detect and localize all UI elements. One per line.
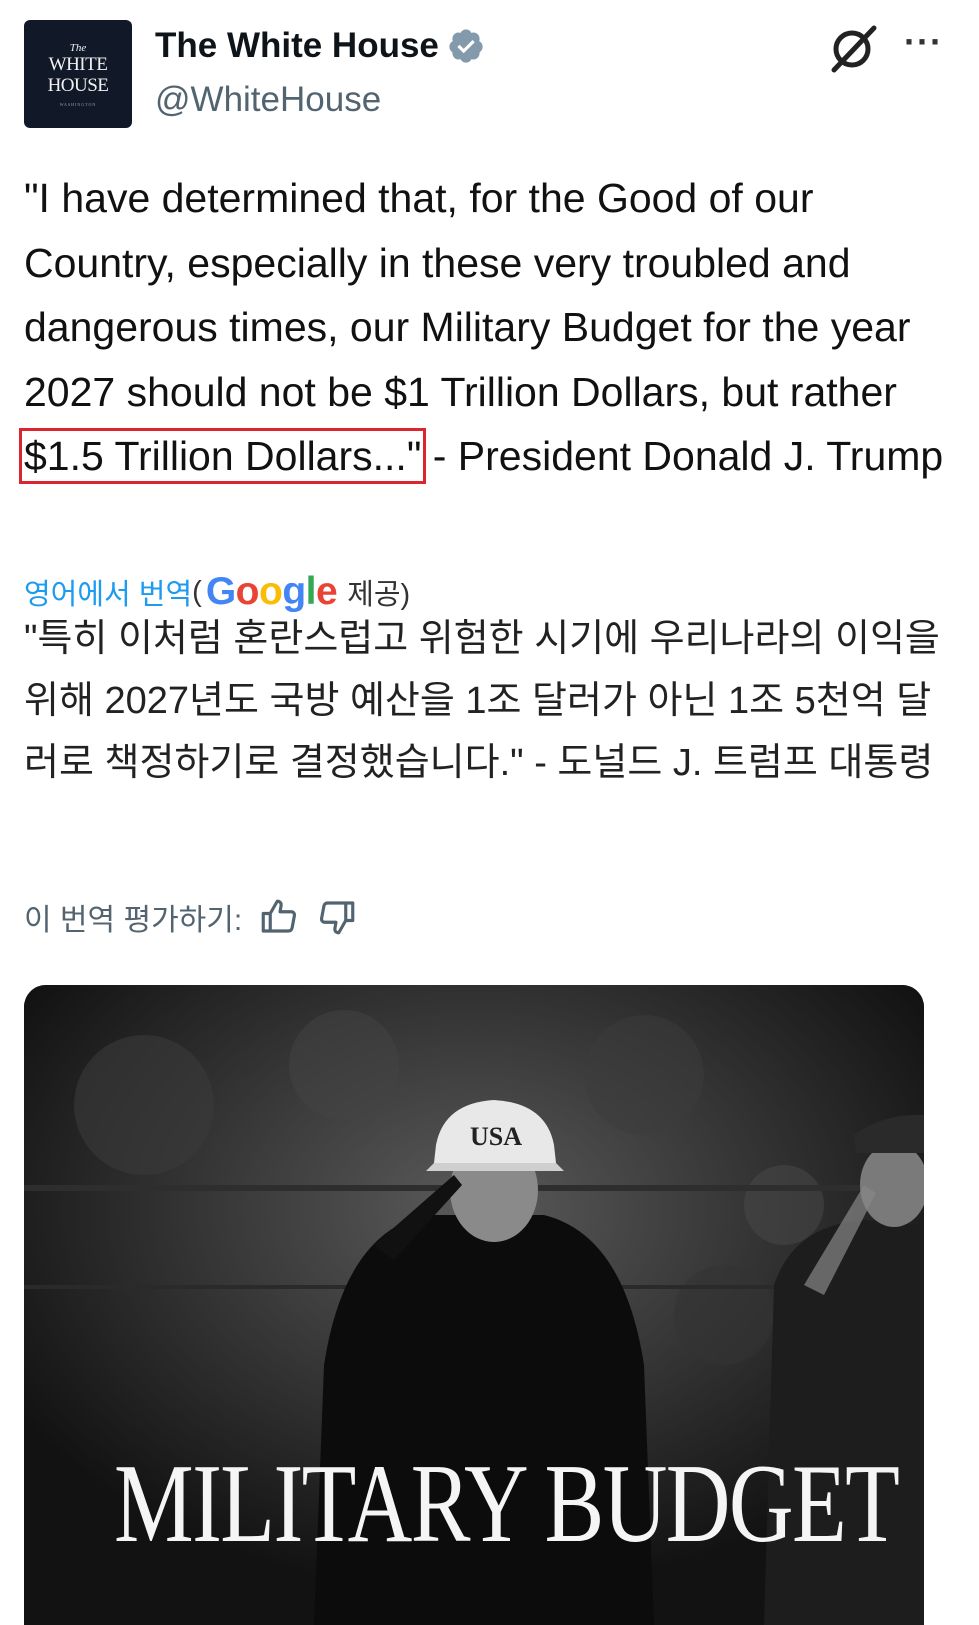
more-options-icon[interactable]: ··· [904,22,943,62]
cap-text: USA [470,1122,522,1151]
rate-translation-row: 이 번역 평가하기: [24,895,358,939]
translate-link[interactable]: 영어에서 번역 [24,571,192,613]
account-name[interactable]: The White House [155,26,439,66]
avatar-text-white: WHITE [48,53,108,75]
post-text-main: "I have determined that, for the Good of… [24,175,911,415]
post-text-attribution: - President Donald J. Trump [421,433,944,479]
post-media-image[interactable]: USA MILITARY BUDGET [24,985,924,1625]
translated-text: "특히 이처럼 혼란스럽고 위험한 시기에 우리나라의 이익을 위해 2027년… [24,618,940,784]
account-name-row[interactable]: The White House [155,26,485,66]
rate-label: 이 번역 평가하기: [24,904,243,937]
provided-label: 제공) [347,579,411,611]
thumbs-down-icon[interactable] [316,896,358,938]
thumbs-up-icon[interactable] [258,896,300,938]
grok-icon[interactable] [828,22,880,74]
media-headline: MILITARY BUDGET [114,1442,900,1566]
avatar-text-sub: WASHINGTON [59,101,97,107]
avatar[interactable]: The WHITE HOUSE WASHINGTON [24,20,132,128]
highlighted-amount: $1.5 Trillion Dollars..." [18,428,427,484]
post-text: "I have determined that, for the Good of… [18,166,964,489]
account-handle[interactable]: @WhiteHouse [155,80,381,120]
verified-badge-icon [449,29,483,63]
paren-open: ( [192,575,202,608]
avatar-text-house: HOUSE [47,74,109,96]
avatar-text-the: The [69,41,87,54]
